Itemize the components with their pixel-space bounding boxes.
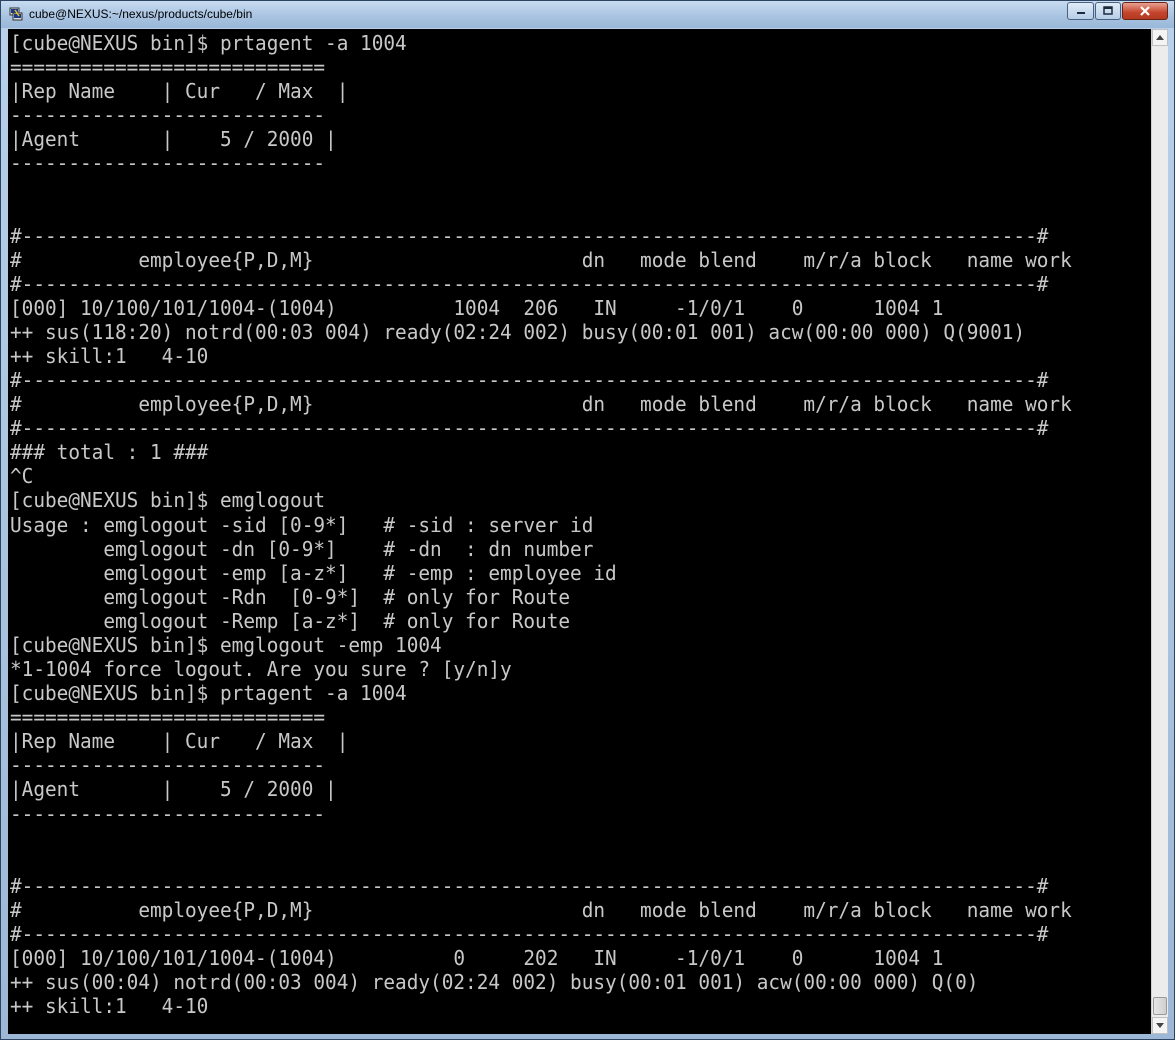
terminal-line: ### total : 1 ### [10,440,209,465]
terminal-line: [000] 10/100/101/1004-(1004) 0 202 IN -1… [10,945,944,970]
terminal-text: [cube@NEXUS bin]$ prtagent -a 1004 ======… [10,31,1072,1018]
terminal-line: emglogout -Remp [a-z*] # only for Route [10,608,571,633]
terminal-line: |Agent | 5 / 2000 | [10,777,337,802]
terminal-line: --------------------------- [10,151,326,176]
minimize-button[interactable] [1067,2,1094,20]
terminal-line: ++ sus(118:20) notrd(00:03 004) ready(02… [10,319,1026,344]
title-bar[interactable]: cube@NEXUS:~/nexus/products/cube/bin [1,1,1174,28]
terminal-line: ++ skill:1 4-10 [10,994,209,1019]
terminal-line: [cube@NEXUS bin]$ prtagent -a 1004 [10,31,407,55]
terminal-line: [000] 10/100/101/1004-(1004) 1004 206 IN… [10,295,944,320]
terminal-output[interactable]: [cube@NEXUS bin]$ prtagent -a 1004 ======… [8,29,1151,1034]
terminal-line: ++ sus(00:04) notrd(00:03 004) ready(02:… [10,970,979,995]
close-icon [1140,6,1150,16]
window-title: cube@NEXUS:~/nexus/products/cube/bin [29,7,253,21]
terminal-line: --------------------------- [10,103,326,128]
terminal-line: [cube@NEXUS bin]$ emglogout [10,488,326,513]
terminal-line: ++ skill:1 4-10 [10,344,209,369]
maximize-button[interactable] [1095,2,1121,20]
close-button[interactable] [1122,2,1168,20]
terminal-line: emglogout -Rdn [0-9*] # only for Route [10,584,571,609]
terminal-line: =========================== [10,55,326,80]
terminal-line: [cube@NEXUS bin]$ prtagent -a 1004 [10,681,407,706]
putty-icon [9,7,23,21]
terminal-line: #---------------------------------------… [10,416,1049,441]
terminal-line: --------------------------- [10,801,326,826]
terminal-line: =========================== [10,705,326,730]
terminal-line: #---------------------------------------… [10,368,1049,393]
terminal-line: # employee{P,D,M} dn mode blend m/r/a bl… [10,247,1072,272]
terminal-line: # employee{P,D,M} dn mode blend m/r/a bl… [10,392,1072,417]
terminal-line: *1-1004 force logout. Are you sure ? [y/… [10,657,512,682]
terminal-line: |Rep Name | Cur / Max | [10,729,349,754]
scroll-down-button[interactable] [1152,1017,1168,1034]
terminal-line: --------------------------- [10,753,326,778]
arrow-down-icon [1156,1023,1164,1028]
terminal-line: #---------------------------------------… [10,921,1049,946]
vertical-scrollbar[interactable] [1151,29,1168,1034]
arrow-up-icon [1156,35,1164,40]
terminal-line: # employee{P,D,M} dn mode blend m/r/a bl… [10,897,1072,922]
terminal-window: cube@NEXUS:~/nexus/products/cube/bin [cu… [0,0,1175,1040]
terminal-line: Usage : emglogout -sid [0-9*] # -sid : s… [10,512,594,537]
maximize-icon [1103,6,1113,15]
terminal-line: |Rep Name | Cur / Max | [10,79,349,104]
terminal-line: emglogout -dn [0-9*] # -dn : dn number [10,536,594,561]
terminal-line: |Agent | 5 / 2000 | [10,127,337,152]
terminal-line: [cube@NEXUS bin]$ emglogout -emp 1004 [10,632,442,657]
scroll-up-button[interactable] [1152,29,1168,46]
terminal-line: #---------------------------------------… [10,223,1049,248]
terminal-line: #---------------------------------------… [10,873,1049,898]
scroll-thumb[interactable] [1153,997,1167,1015]
terminal-line: ^C [10,464,34,489]
terminal-line: #---------------------------------------… [10,271,1049,296]
minimize-icon [1076,12,1085,14]
terminal-line: emglogout -emp [a-z*] # -emp : employee … [10,560,617,585]
